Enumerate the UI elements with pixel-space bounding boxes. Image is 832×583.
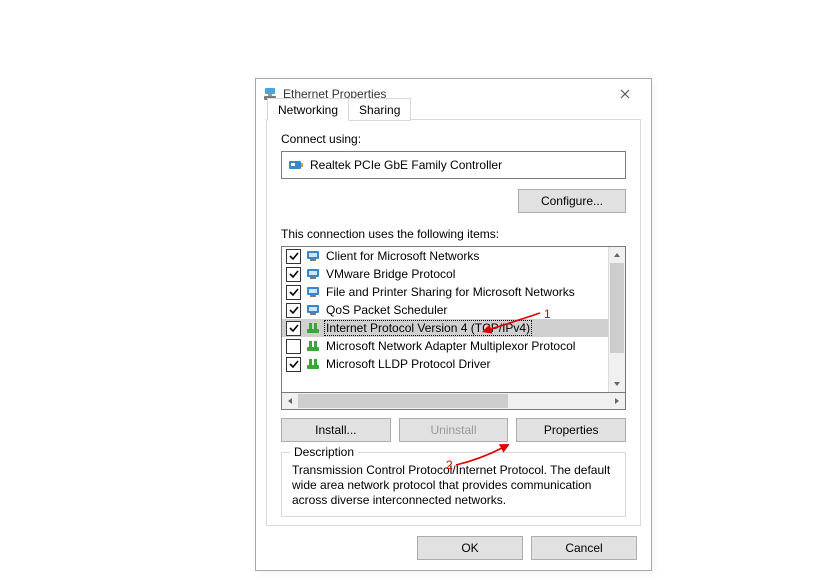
tab-networking[interactable]: Networking: [267, 98, 349, 121]
list-item[interactable]: File and Printer Sharing for Microsoft N…: [282, 283, 608, 301]
button-label: Uninstall: [430, 423, 476, 437]
ok-button[interactable]: OK: [417, 536, 523, 560]
tab-label: Sharing: [359, 103, 400, 117]
item-checkbox[interactable]: [286, 303, 301, 318]
scroll-up-icon[interactable]: [609, 247, 625, 263]
close-button[interactable]: [607, 82, 643, 106]
list-item[interactable]: Microsoft LLDP Protocol Driver: [282, 355, 608, 373]
cancel-button[interactable]: Cancel: [531, 536, 637, 560]
scroll-down-icon[interactable]: [609, 376, 625, 392]
item-label: Microsoft LLDP Protocol Driver: [325, 357, 492, 371]
item-label: File and Printer Sharing for Microsoft N…: [325, 285, 576, 299]
item-label: Internet Protocol Version 4 (TCP/IPv4): [325, 321, 531, 335]
item-checkbox[interactable]: [286, 321, 301, 336]
button-label: Properties: [544, 423, 599, 437]
button-label: Cancel: [565, 541, 602, 555]
ethernet-properties-dialog: Ethernet Properties Networking Sharing C…: [255, 78, 652, 571]
adapter-field: Realtek PCIe GbE Family Controller: [281, 151, 626, 179]
scroll-thumb[interactable]: [298, 394, 508, 408]
protocol-icon: [305, 356, 321, 372]
button-label: Install...: [315, 423, 356, 437]
item-label: VMware Bridge Protocol: [325, 267, 456, 281]
item-checkbox[interactable]: [286, 285, 301, 300]
configure-button[interactable]: Configure...: [518, 189, 626, 213]
list-item[interactable]: VMware Bridge Protocol: [282, 265, 608, 283]
item-checkbox[interactable]: [286, 357, 301, 372]
item-label: Microsoft Network Adapter Multiplexor Pr…: [325, 339, 576, 353]
tab-panel: Networking Sharing Connect using: Realte…: [266, 119, 641, 526]
horizontal-scrollbar[interactable]: [281, 393, 626, 410]
item-checkbox[interactable]: [286, 267, 301, 282]
description-group: Description Transmission Control Protoco…: [281, 452, 626, 517]
tabs: Networking Sharing: [267, 98, 410, 121]
protocol-icon: [305, 338, 321, 354]
item-label: QoS Packet Scheduler: [325, 303, 448, 317]
list-item[interactable]: Client for Microsoft Networks: [282, 247, 608, 265]
scroll-right-icon[interactable]: [609, 393, 625, 409]
button-label: OK: [461, 541, 478, 555]
list-item[interactable]: Internet Protocol Version 4 (TCP/IPv4): [282, 319, 608, 337]
scroll-track[interactable]: [609, 353, 625, 376]
item-checkbox[interactable]: [286, 339, 301, 354]
vertical-scrollbar[interactable]: [608, 247, 625, 392]
items-label: This connection uses the following items…: [281, 227, 626, 241]
protocol-icon: [305, 320, 321, 336]
button-label: Configure...: [541, 194, 603, 208]
list-item[interactable]: Microsoft Network Adapter Multiplexor Pr…: [282, 337, 608, 355]
scroll-thumb[interactable]: [610, 263, 624, 353]
client-icon: [305, 248, 321, 264]
tab-sharing[interactable]: Sharing: [348, 98, 411, 121]
network-adapter-icon: [288, 157, 304, 173]
connection-items-list[interactable]: Client for Microsoft Networks VMware Brid…: [281, 246, 626, 393]
adapter-name: Realtek PCIe GbE Family Controller: [310, 158, 502, 172]
item-label: Client for Microsoft Networks: [325, 249, 480, 263]
description-legend: Description: [290, 445, 358, 459]
properties-button[interactable]: Properties: [516, 418, 626, 442]
connect-using-label: Connect using:: [281, 132, 626, 146]
client-icon: [305, 284, 321, 300]
uninstall-button: Uninstall: [399, 418, 509, 442]
description-text: Transmission Control Protocol/Internet P…: [292, 463, 615, 508]
item-checkbox[interactable]: [286, 249, 301, 264]
client-icon: [305, 266, 321, 282]
install-button[interactable]: Install...: [281, 418, 391, 442]
client-icon: [305, 302, 321, 318]
list-item[interactable]: QoS Packet Scheduler: [282, 301, 608, 319]
tab-label: Networking: [278, 103, 338, 117]
scroll-track[interactable]: [298, 393, 609, 409]
scroll-left-icon[interactable]: [282, 393, 298, 409]
